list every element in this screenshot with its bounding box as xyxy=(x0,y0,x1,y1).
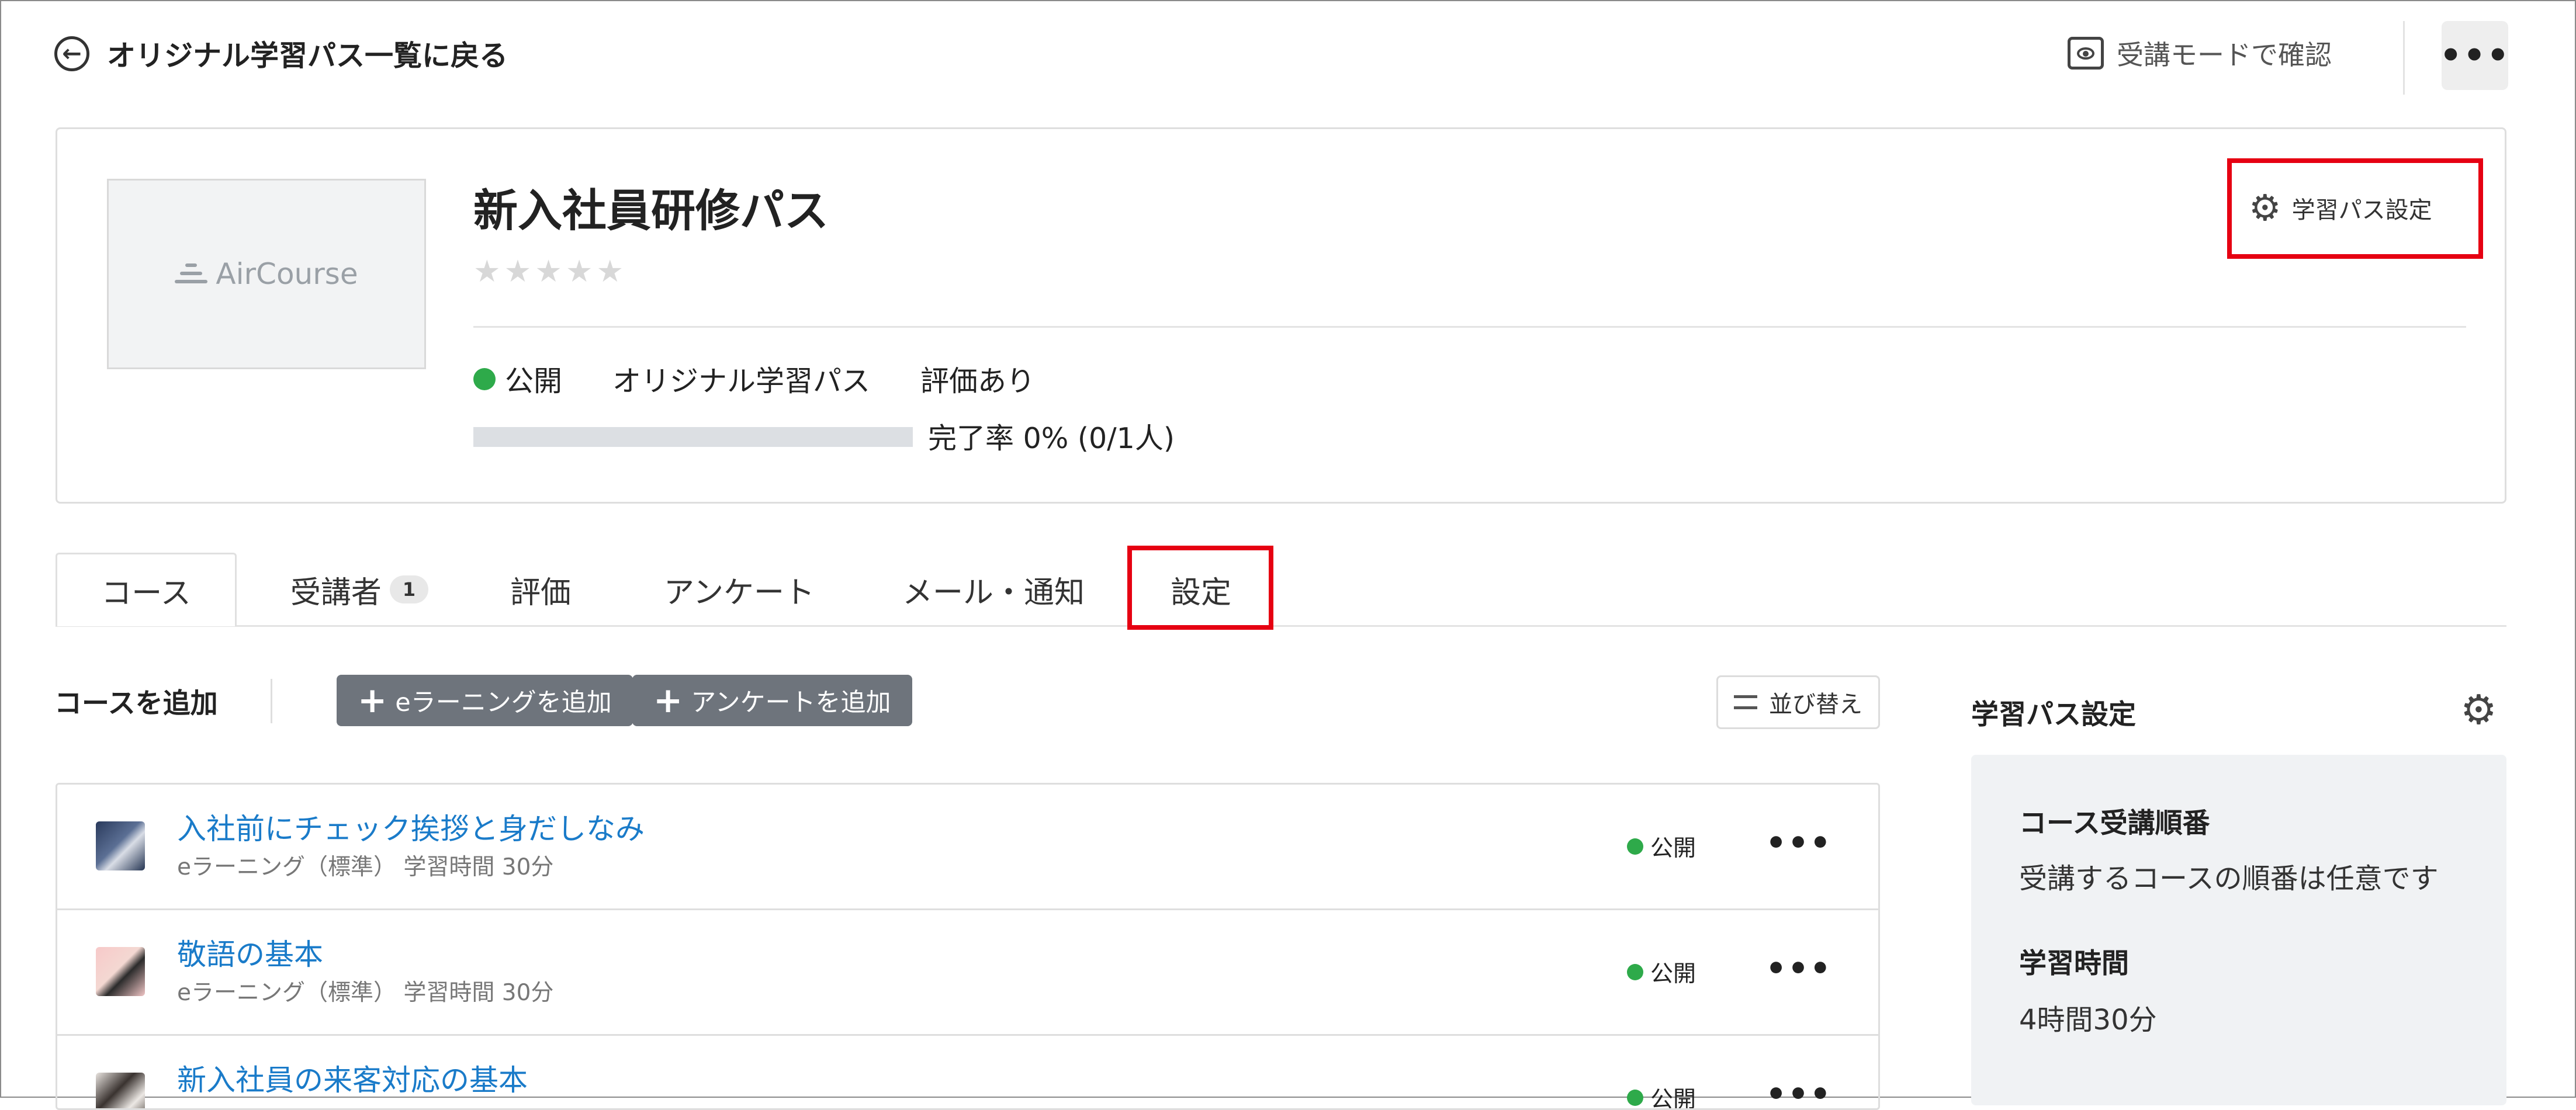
more-options-button[interactable]: ••• xyxy=(2439,21,2509,90)
status-dot-icon xyxy=(473,367,496,390)
status-dot-icon xyxy=(1627,964,1643,980)
review-flag: 評価あり xyxy=(920,365,1036,398)
order-text: 受講するコースの順番は任意です xyxy=(2019,862,2439,895)
add-survey-button[interactable]: + アンケートを追加 xyxy=(632,675,912,726)
course-title-link[interactable]: 新入社員の来客対応の基本 xyxy=(177,1057,528,1099)
course-subtitle: eラーニング（標準） 学習時間 30分 xyxy=(177,854,554,880)
list-item: 新入社員の来客対応の基本 公開 ••• xyxy=(57,1036,1878,1110)
tab-learners[interactable]: 受講者 1 xyxy=(260,553,459,626)
course-status: 公開 xyxy=(1627,830,1696,863)
divider xyxy=(473,326,2466,328)
plus-icon: + xyxy=(358,680,387,721)
back-to-list-link[interactable]: ← オリジナル学習パス一覧に戻る xyxy=(54,33,508,74)
tab-survey[interactable]: アンケート xyxy=(646,553,833,626)
tab-evaluation[interactable]: 評価 xyxy=(488,553,593,626)
plus-icon: + xyxy=(653,680,683,721)
tab-mail-notification[interactable]: メール・通知 xyxy=(888,553,1099,626)
button-label: アンケートを追加 xyxy=(691,688,891,717)
add-elearning-button[interactable]: + eラーニングを追加 xyxy=(337,675,633,726)
preview-label: 受講モードで確認 xyxy=(2117,39,2332,71)
status-badge: 公開 xyxy=(505,365,563,398)
order-heading: コース受講順番 xyxy=(2019,807,2210,840)
course-thumbnail xyxy=(96,947,145,996)
learner-count-badge: 1 xyxy=(389,575,429,603)
completion-progress-bar xyxy=(473,427,913,447)
path-settings-summary: コース受講順番 受講するコースの順番は任意です 学習時間 4時間30分 xyxy=(1971,755,2506,1105)
button-label: eラーニングを追加 xyxy=(395,688,612,717)
course-subtitle: eラーニング（標準） 学習時間 30分 xyxy=(177,980,554,1006)
tab-label: メール・通知 xyxy=(902,575,1085,610)
gear-icon[interactable]: ⚙ xyxy=(2460,689,2497,730)
sort-icon xyxy=(1734,695,1757,709)
tab-courses[interactable]: コース xyxy=(56,553,237,626)
aircourse-logo-text: AirCourse xyxy=(216,257,358,291)
sort-button[interactable]: 並び替え xyxy=(1716,675,1880,729)
course-status: 公開 xyxy=(1627,1081,1696,1110)
divider xyxy=(271,679,272,723)
eye-icon xyxy=(2068,37,2104,70)
course-title-link[interactable]: 敬語の基本 xyxy=(177,931,323,973)
status-dot-icon xyxy=(1627,838,1643,855)
tab-label: コース xyxy=(101,576,191,611)
page-title: 新入社員研修パス xyxy=(473,185,829,237)
status-badge: 公開 xyxy=(1650,835,1696,862)
list-item: 敬語の基本 eラーニング（標準） 学習時間 30分 公開 ••• xyxy=(57,910,1878,1036)
course-status: 公開 xyxy=(1627,956,1696,988)
highlight-box-settings-tab xyxy=(1127,546,1273,630)
time-heading: 学習時間 xyxy=(2019,948,2129,980)
learning-path-header-card: AirCourse 新入社員研修パス ★★★★★ ⚙ 学習パス設定 公開 オリジ… xyxy=(56,127,2506,504)
path-type: オリジナル学習パス xyxy=(612,365,871,398)
back-label: オリジナル学習パス一覧に戻る xyxy=(107,39,508,72)
list-item: 入社前にチェック挨拶と身だしなみ eラーニング（標準） 学習時間 30分 公開 … xyxy=(57,785,1878,910)
course-thumbnail xyxy=(96,1073,145,1108)
tab-label: 受講者 xyxy=(290,575,382,610)
course-more-button[interactable]: ••• xyxy=(1764,945,1834,992)
button-label: 並び替え xyxy=(1769,691,1862,718)
highlight-box-settings xyxy=(2227,158,2483,259)
status-badge: 公開 xyxy=(1650,1087,1696,1110)
divider xyxy=(2403,21,2405,95)
tab-label: アンケート xyxy=(664,575,815,610)
course-more-button[interactable]: ••• xyxy=(1764,1071,1834,1109)
status-dot-icon xyxy=(1627,1090,1643,1106)
time-text: 4時間30分 xyxy=(2019,1004,2157,1036)
path-meta: 公開 オリジナル学習パス 評価あり xyxy=(473,358,1035,400)
completion-rate-text: 完了率 0% (0/1人) xyxy=(928,422,1175,455)
status-badge: 公開 xyxy=(1650,961,1696,987)
path-thumbnail: AirCourse xyxy=(107,179,426,369)
add-course-label: コースを追加 xyxy=(54,688,218,720)
tab-label: 評価 xyxy=(510,575,571,610)
rating-stars: ★★★★★ xyxy=(473,254,628,289)
course-list: 入社前にチェック挨拶と身だしなみ eラーニング（標準） 学習時間 30分 公開 … xyxy=(56,783,1880,1110)
side-panel-title: 学習パス設定 xyxy=(1971,699,2136,731)
preview-mode-button[interactable]: 受講モードで確認 xyxy=(2068,34,2332,72)
course-thumbnail xyxy=(96,821,145,870)
aircourse-logo-icon xyxy=(175,261,208,287)
back-arrow-icon: ← xyxy=(54,36,89,71)
course-more-button[interactable]: ••• xyxy=(1764,820,1834,866)
course-title-link[interactable]: 入社前にチェック挨拶と身だしなみ xyxy=(177,806,645,848)
